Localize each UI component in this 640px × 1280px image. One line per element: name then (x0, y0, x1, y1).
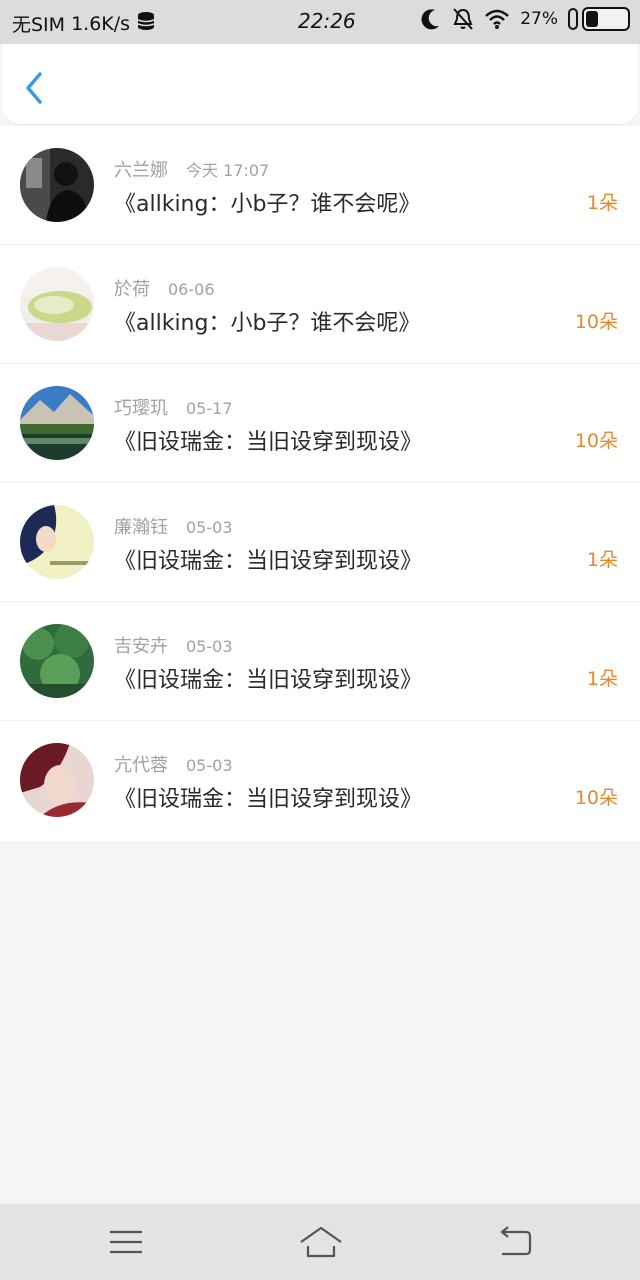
item-meta: 亢代蓉 05-03 (114, 751, 233, 777)
book-title: 《旧设瑞金：当旧设穿到现设》 (114, 668, 423, 693)
user-name: 亢代蓉 (114, 755, 168, 776)
wifi-icon (484, 8, 510, 30)
status-bar: 无SIM 1.6K/s 22:26 27% (0, 0, 640, 44)
battery-body (582, 7, 630, 31)
avatar (20, 267, 94, 341)
item-meta: 巧璎玑 05-17 (114, 394, 233, 420)
moon-icon (420, 7, 442, 31)
item-time: 05-03 (186, 518, 233, 537)
list-item[interactable]: 於荷 06-06 《allking：小b子？谁不会呢》 10朵 (0, 245, 640, 364)
back-button[interactable] (20, 70, 50, 106)
screen: 无SIM 1.6K/s 22:26 27% 六兰娜 今天 17:07 《allk… (0, 0, 640, 1280)
avatar (20, 743, 94, 817)
battery-percent: 27% (520, 9, 558, 29)
header (2, 44, 638, 124)
menu-icon (110, 1230, 142, 1254)
user-name: 吉安卉 (114, 636, 168, 657)
list-item[interactable]: 六兰娜 今天 17:07 《allking：小b子？谁不会呢》 1朵 (0, 126, 640, 245)
avatar (20, 386, 94, 460)
back-icon (500, 1226, 532, 1256)
list-item[interactable]: 亢代蓉 05-03 《旧设瑞金：当旧设穿到现设》 10朵 (0, 721, 640, 841)
status-right: 27% (420, 7, 630, 31)
book-title: 《allking：小b子？谁不会呢》 (114, 192, 421, 217)
gift-list: 六兰娜 今天 17:07 《allking：小b子？谁不会呢》 1朵 於荷 06-0… (0, 126, 640, 841)
home-button[interactable] (298, 1222, 344, 1262)
chevron-left-icon (26, 72, 42, 104)
item-meta: 六兰娜 今天 17:07 (114, 156, 269, 182)
avatar (20, 148, 94, 222)
user-name: 廉瀚钰 (114, 517, 168, 538)
item-time: 今天 17:07 (186, 161, 270, 180)
item-time: 05-03 (186, 756, 233, 775)
item-time: 05-17 (186, 399, 233, 418)
flower-amount: 10朵 (574, 311, 618, 333)
system-nav-bar (0, 1204, 640, 1280)
book-title: 《旧设瑞金：当旧设穿到现设》 (114, 549, 423, 574)
item-time: 06-06 (168, 280, 215, 299)
flower-amount: 10朵 (574, 787, 618, 809)
flower-amount: 10朵 (574, 430, 618, 452)
user-name: 巧璎玑 (114, 398, 168, 419)
battery-icon (568, 7, 630, 31)
item-meta: 廉瀚钰 05-03 (114, 513, 233, 539)
book-title: 《旧设瑞金：当旧设穿到现设》 (114, 430, 423, 455)
user-name: 於荷 (114, 279, 150, 300)
list-item[interactable]: 巧璎玑 05-17 《旧设瑞金：当旧设穿到现设》 10朵 (0, 364, 640, 483)
flower-amount: 1朵 (586, 192, 618, 214)
book-title: 《旧设瑞金：当旧设穿到现设》 (114, 787, 423, 812)
home-icon (300, 1226, 342, 1258)
item-meta: 於荷 06-06 (114, 275, 215, 301)
item-meta: 吉安卉 05-03 (114, 632, 233, 658)
status-left: 无SIM 1.6K/s (12, 10, 156, 37)
avatar (20, 624, 94, 698)
flower-amount: 1朵 (586, 668, 618, 690)
flower-amount: 1朵 (586, 549, 618, 571)
database-icon (136, 11, 156, 36)
list-item[interactable]: 廉瀚钰 05-03 《旧设瑞金：当旧设穿到现设》 1朵 (0, 483, 640, 602)
clock: 22:26 (298, 9, 356, 33)
book-title: 《allking：小b子？谁不会呢》 (114, 311, 421, 336)
back-nav-button[interactable] (496, 1222, 536, 1262)
mute-bell-icon (452, 7, 474, 31)
network-speed: 1.6K/s (71, 12, 131, 35)
item-time: 05-03 (186, 637, 233, 656)
list-item[interactable]: 吉安卉 05-03 《旧设瑞金：当旧设穿到现设》 1朵 (0, 602, 640, 721)
user-name: 六兰娜 (114, 160, 168, 181)
carrier-text: 无SIM (12, 14, 66, 36)
charge-indicator (568, 8, 578, 30)
menu-button[interactable] (106, 1222, 146, 1262)
avatar (20, 505, 94, 579)
